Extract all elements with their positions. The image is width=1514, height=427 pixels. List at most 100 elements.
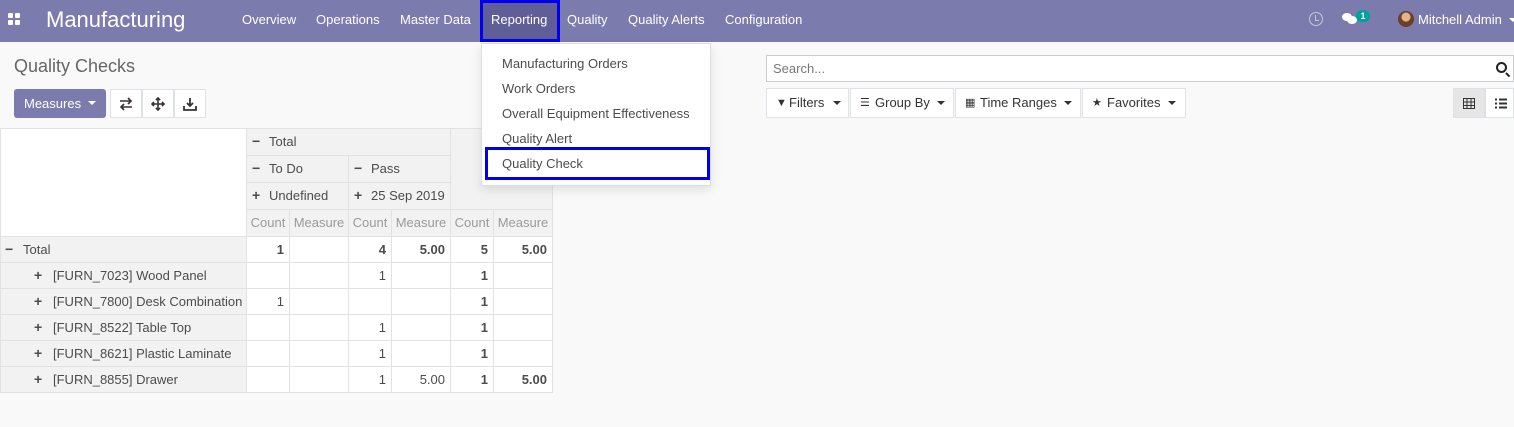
measure-header: Count	[348, 209, 392, 237]
filters-button[interactable]: ▼ Filters	[766, 88, 849, 118]
row-header-product[interactable]: + [FURN_8855] Drawer	[0, 366, 247, 393]
dropdown-item-quality-check[interactable]: Quality Check	[482, 151, 710, 176]
col-header-undefined[interactable]: + Undefined	[246, 182, 349, 210]
col-header-todo-label: To Do	[269, 161, 303, 176]
download-button[interactable]	[174, 89, 206, 118]
pivot-cell[interactable]	[348, 288, 392, 315]
row-header-label: [FURN_7023] Wood Panel	[53, 268, 207, 283]
row-header-product[interactable]: + [FURN_8522] Table Top	[0, 314, 247, 341]
list-icon	[1495, 98, 1507, 109]
pivot-cell[interactable]	[289, 340, 349, 367]
pivot-cell[interactable]: 1	[246, 236, 290, 263]
time-ranges-caret-icon	[1064, 101, 1072, 105]
pivot-cell[interactable]	[246, 262, 290, 289]
pivot-cell[interactable]: 1	[348, 340, 392, 367]
pivot-cell[interactable]	[289, 262, 349, 289]
pivot-view-button[interactable]	[1453, 88, 1485, 118]
pivot-cell[interactable]: 5.00	[391, 236, 451, 263]
row-header-product[interactable]: + [FURN_7023] Wood Panel	[0, 262, 247, 289]
pivot-cell[interactable]	[246, 340, 290, 367]
top-navbar: Manufacturing Overview Operations Master…	[0, 0, 1514, 42]
col-header-todo[interactable]: − To Do	[246, 155, 349, 183]
pivot-cell[interactable]: 1	[246, 288, 290, 315]
pivot-cell[interactable]	[493, 340, 553, 367]
row-header-product[interactable]: + [FURN_7800] Desk Combination	[0, 288, 247, 315]
apps-menu-icon[interactable]	[8, 13, 22, 27]
measure-header: Measure	[391, 209, 451, 237]
menu-overview[interactable]: Overview	[242, 0, 296, 40]
pivot-cell[interactable]: 1	[450, 288, 494, 315]
pivot-cell[interactable]: 5.00	[493, 366, 553, 393]
reporting-dropdown-menu: Manufacturing Orders Work Orders Overall…	[481, 43, 711, 186]
group-by-icon: ☰	[860, 97, 870, 109]
chat-messages-icon[interactable]	[1342, 13, 1357, 25]
expand-all-button[interactable]	[142, 89, 174, 118]
menu-quality[interactable]: Quality	[567, 0, 607, 40]
pivot-cell[interactable]	[289, 366, 349, 393]
pivot-cell[interactable]	[246, 366, 290, 393]
pivot-cell[interactable]: 5.00	[391, 366, 451, 393]
pivot-cell[interactable]	[493, 314, 553, 341]
pivot-cell[interactable]: 4	[348, 236, 392, 263]
col-header-total[interactable]: − Total	[246, 128, 451, 156]
expand-icon: +	[34, 293, 43, 309]
dropdown-item-quality-alert[interactable]: Quality Alert	[482, 126, 710, 151]
search-input[interactable]	[767, 56, 1513, 81]
pivot-cell[interactable]: 1	[348, 314, 392, 341]
row-header-label: [FURN_8855] Drawer	[53, 372, 178, 387]
measure-header: Count	[246, 209, 290, 237]
pivot-cell[interactable]	[246, 314, 290, 341]
app-title[interactable]: Manufacturing	[46, 7, 185, 33]
pivot-cell[interactable]: 1	[348, 366, 392, 393]
pivot-cell[interactable]	[493, 288, 553, 315]
pivot-cell[interactable]	[391, 340, 451, 367]
group-by-label: Group By	[875, 95, 930, 110]
measures-label: Measures	[24, 96, 82, 111]
pivot-cell[interactable]: 1	[450, 262, 494, 289]
flip-axis-button[interactable]	[110, 89, 142, 118]
pivot-cell[interactable]	[289, 314, 349, 341]
row-header-total[interactable]: − Total	[0, 236, 247, 263]
row-header-product[interactable]: + [FURN_8621] Plastic Laminate	[0, 340, 247, 367]
menu-configuration[interactable]: Configuration	[725, 0, 802, 40]
pivot-cell[interactable]: 5	[450, 236, 494, 263]
pivot-cell[interactable]	[391, 262, 451, 289]
favorites-button[interactable]: ★ Favorites	[1082, 88, 1186, 118]
pivot-cell[interactable]: 1	[450, 314, 494, 341]
pivot-cell[interactable]	[391, 314, 451, 341]
expand-icon: +	[354, 187, 363, 203]
group-by-button[interactable]: ☰ Group By	[850, 88, 954, 118]
dropdown-item-manufacturing-orders[interactable]: Manufacturing Orders	[482, 51, 710, 76]
measure-header: Count	[450, 209, 494, 237]
pivot-cell[interactable]	[289, 236, 349, 263]
col-header-pass[interactable]: − Pass	[348, 155, 451, 183]
menu-quality-alerts[interactable]: Quality Alerts	[628, 0, 705, 40]
menu-master-data[interactable]: Master Data	[400, 0, 471, 40]
user-menu[interactable]: Mitchell Admin	[1418, 0, 1502, 40]
dropdown-item-oee[interactable]: Overall Equipment Effectiveness	[482, 101, 710, 126]
search-icon[interactable]	[1496, 62, 1507, 73]
list-view-button[interactable]	[1485, 88, 1514, 118]
pivot-cell[interactable]: 1	[450, 340, 494, 367]
download-icon	[183, 98, 197, 111]
pivot-cell[interactable]: 1	[450, 366, 494, 393]
activity-clock-icon[interactable]	[1309, 12, 1323, 26]
group-by-caret-icon	[937, 101, 945, 105]
pivot-cell[interactable]	[493, 262, 553, 289]
user-avatar[interactable]	[1398, 11, 1414, 27]
menu-reporting[interactable]: Reporting	[481, 0, 558, 40]
time-ranges-button[interactable]: ▦ Time Ranges	[955, 88, 1081, 118]
measures-caret-icon	[88, 101, 96, 105]
pivot-cell[interactable]	[289, 288, 349, 315]
menu-operations[interactable]: Operations	[316, 0, 380, 40]
col-header-date[interactable]: + 25 Sep 2019	[348, 182, 451, 210]
pivot-cell[interactable]: 5.00	[493, 236, 553, 263]
search-bar[interactable]	[766, 55, 1514, 82]
dropdown-item-work-orders[interactable]: Work Orders	[482, 76, 710, 101]
favorites-label: Favorites	[1107, 95, 1161, 110]
pivot-cell[interactable]: 1	[348, 262, 392, 289]
row-header-label: [FURN_7800] Desk Combination	[53, 294, 243, 309]
table-grid-icon	[1463, 98, 1475, 109]
pivot-cell[interactable]	[391, 288, 451, 315]
measures-button[interactable]: Measures	[14, 89, 106, 118]
